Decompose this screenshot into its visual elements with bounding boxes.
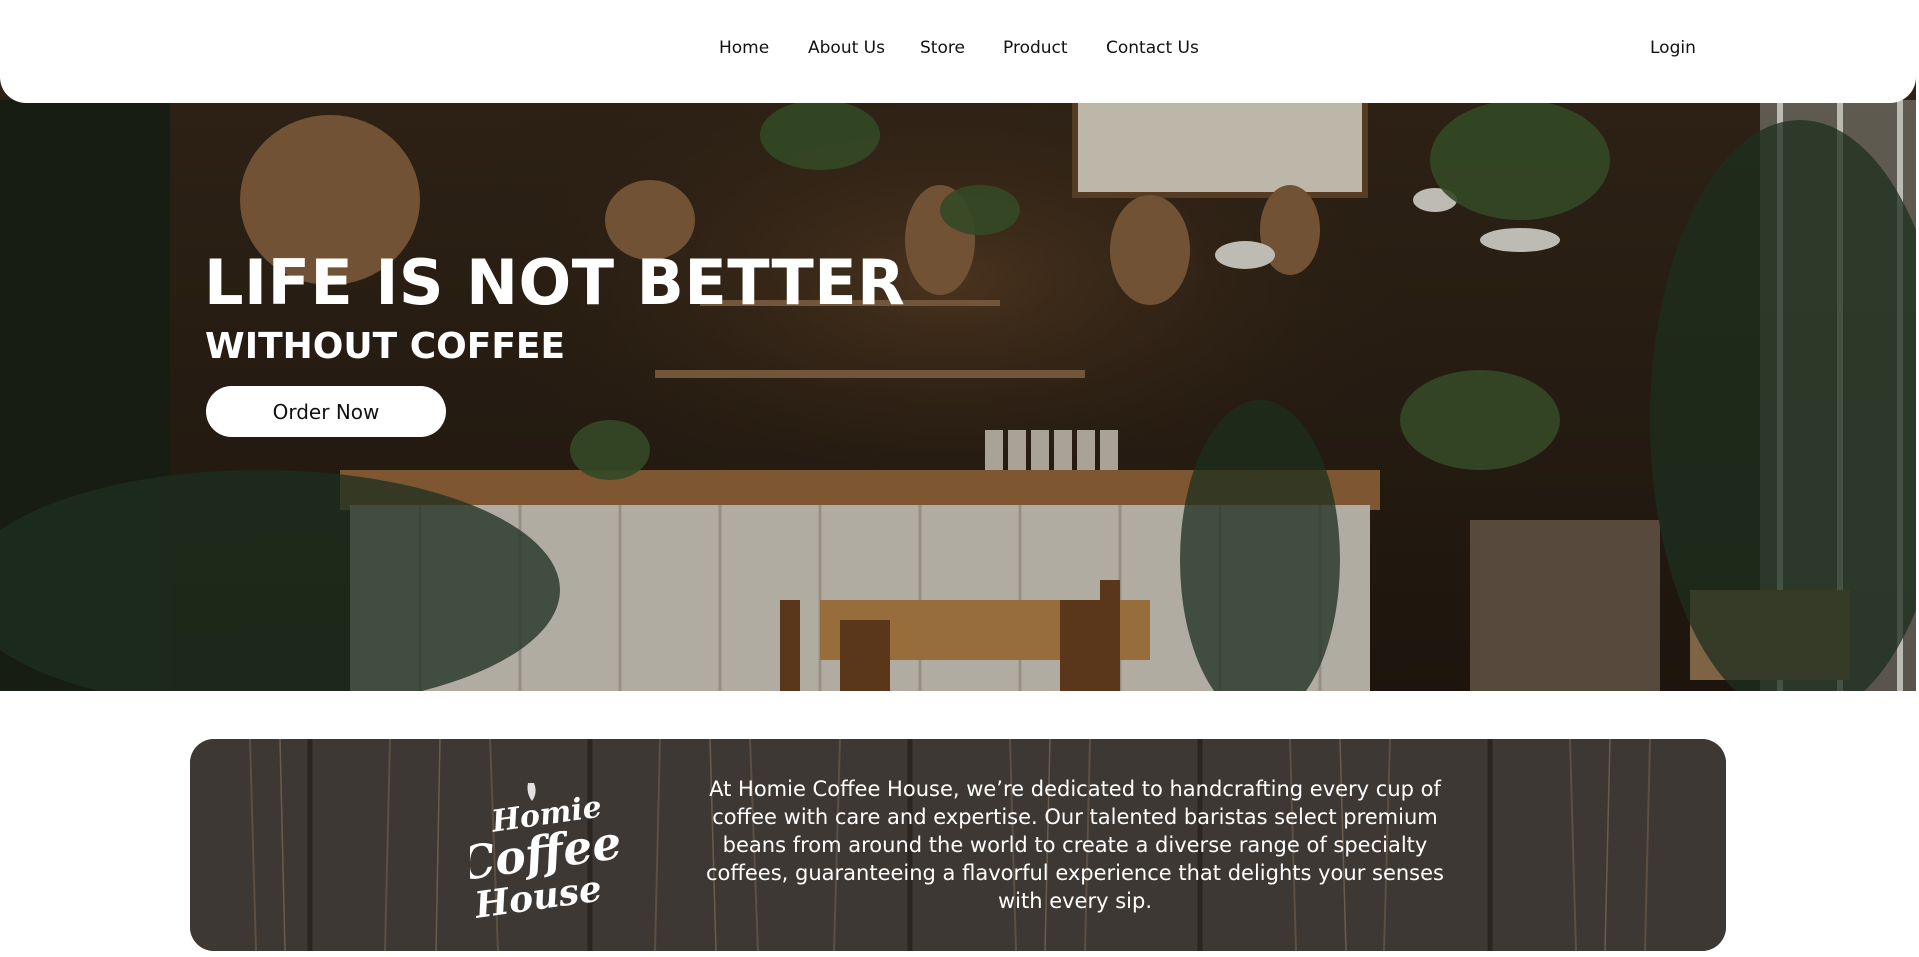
order-now-button[interactable]: Order Now xyxy=(206,386,446,437)
top-navbar: Home About Us Store Product Contact Us L… xyxy=(0,0,1916,103)
hero-subtitle: WITHOUT COFFEE xyxy=(205,326,566,367)
login-link[interactable]: Login xyxy=(1650,38,1696,58)
nav-home-link[interactable]: Home xyxy=(719,38,769,58)
nav-product-link[interactable]: Product xyxy=(1003,38,1068,58)
hero-title: LIFE IS NOT BETTER xyxy=(204,246,906,319)
nav-about-link[interactable]: About Us xyxy=(808,38,885,58)
homie-coffee-house-logo: Homie Coffee House xyxy=(470,779,620,919)
nav-store-link[interactable]: Store xyxy=(920,38,965,58)
nav-contact-link[interactable]: Contact Us xyxy=(1106,38,1199,58)
about-banner: Homie Coffee House At Homie Coffee House… xyxy=(190,739,1726,951)
about-description: At Homie Coffee House, we’re dedicated t… xyxy=(706,777,1444,913)
